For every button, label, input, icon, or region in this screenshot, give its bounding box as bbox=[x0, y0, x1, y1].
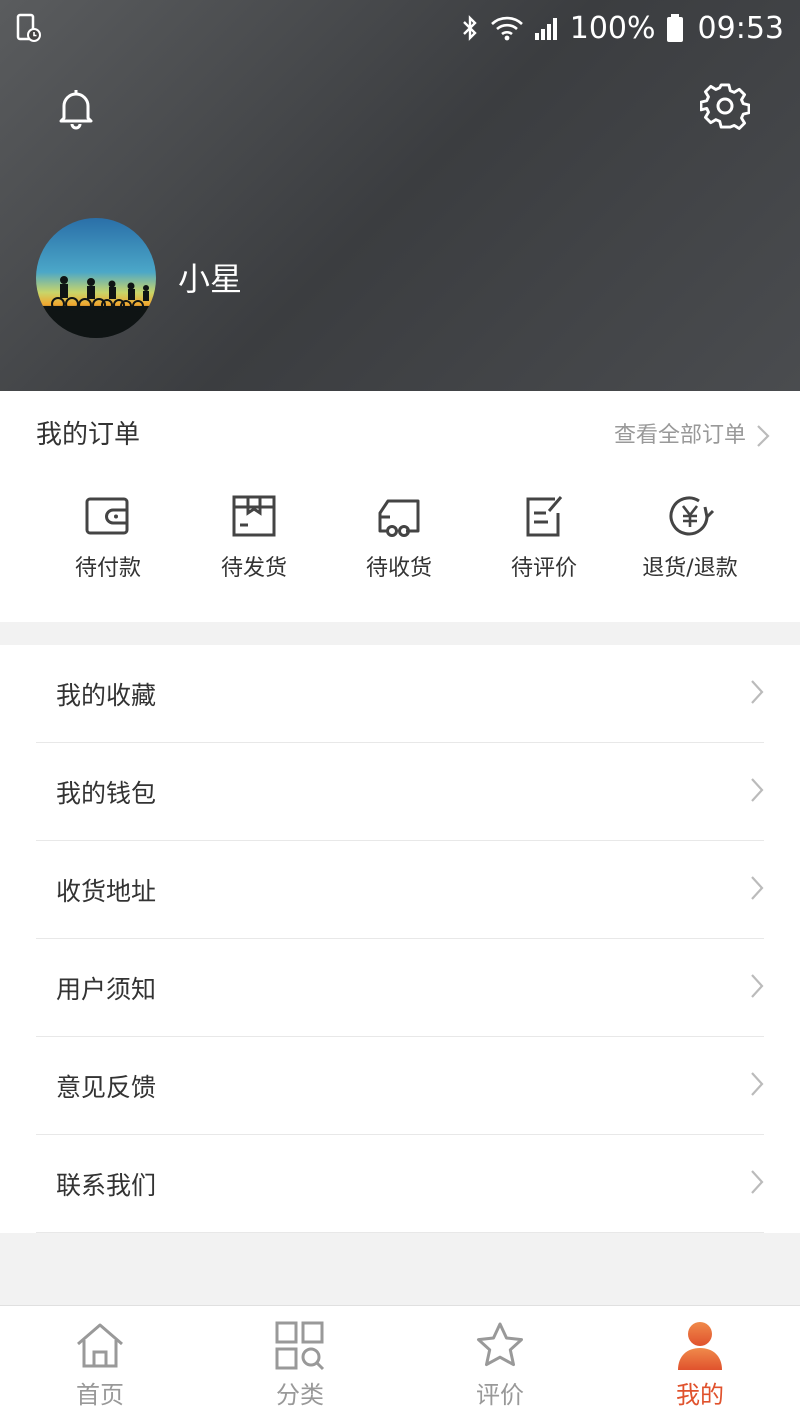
wallet-icon bbox=[85, 497, 129, 535]
battery-icon bbox=[666, 14, 683, 42]
menu-item-user-notice[interactable]: 用户须知 bbox=[36, 939, 764, 1037]
clock: 09:53 bbox=[697, 10, 784, 46]
category-icon bbox=[275, 1321, 325, 1371]
chevron-right-icon bbox=[757, 425, 770, 447]
profile-header: 100% 09:53 小星 bbox=[0, 0, 800, 391]
menu-item-address[interactable]: 收货地址 bbox=[36, 841, 764, 939]
chevron-right-icon bbox=[751, 680, 764, 704]
settings-button[interactable] bbox=[699, 82, 751, 132]
chevron-right-icon bbox=[751, 876, 764, 900]
menu-item-favorites[interactable]: 我的收藏 bbox=[36, 645, 764, 743]
tab-mine[interactable]: 我的 bbox=[600, 1306, 800, 1422]
tab-home[interactable]: 首页 bbox=[0, 1306, 200, 1422]
menu-item-feedback[interactable]: 意见反馈 bbox=[36, 1037, 764, 1135]
edit-note-icon bbox=[526, 496, 563, 537]
avatar[interactable] bbox=[36, 218, 156, 338]
tab-label: 评价 bbox=[476, 1381, 524, 1409]
notifications-button[interactable] bbox=[52, 84, 100, 132]
view-all-orders-label: 查看全部订单 bbox=[613, 423, 746, 448]
tab-label: 分类 bbox=[276, 1381, 324, 1409]
orders-title: 我的订单 bbox=[36, 420, 141, 450]
order-item-label: 待发货 bbox=[220, 556, 287, 581]
signal-icon bbox=[534, 18, 557, 40]
order-pending-review[interactable]: 待评价 bbox=[471, 491, 617, 601]
bottom-tab-bar: 首页 分类 评价 我的 bbox=[0, 1305, 800, 1422]
chevron-right-icon bbox=[751, 974, 764, 998]
tab-category[interactable]: 分类 bbox=[200, 1306, 400, 1422]
order-item-label: 待收货 bbox=[365, 556, 432, 581]
home-icon bbox=[77, 1323, 123, 1368]
bluetooth-icon bbox=[462, 15, 477, 41]
gear-icon bbox=[699, 83, 751, 130]
chevron-right-icon bbox=[751, 1072, 764, 1096]
order-pending-receipt[interactable]: 待收货 bbox=[326, 491, 472, 601]
order-item-label: 退货/退款 bbox=[642, 556, 738, 581]
wifi-icon bbox=[490, 16, 523, 41]
tab-label: 我的 bbox=[676, 1381, 724, 1409]
box-icon bbox=[232, 495, 276, 537]
tab-label: 首页 bbox=[76, 1381, 124, 1409]
order-item-label: 待评价 bbox=[510, 556, 577, 581]
menu-item-label: 意见反馈 bbox=[56, 1072, 157, 1102]
tab-reviews[interactable]: 评价 bbox=[400, 1306, 600, 1422]
status-bar: 100% 09:53 bbox=[0, 0, 800, 56]
order-pending-shipment[interactable]: 待发货 bbox=[181, 491, 327, 601]
orders-section: 我的订单 查看全部订单 待付款 待发货 待收货 待评价 退货/退款 bbox=[0, 391, 800, 622]
menu-item-label: 用户须知 bbox=[56, 974, 157, 1004]
chevron-right-icon bbox=[751, 1170, 764, 1194]
menu-item-label: 收货地址 bbox=[56, 876, 157, 906]
order-pending-payment[interactable]: 待付款 bbox=[35, 491, 181, 601]
truck-icon bbox=[378, 499, 420, 537]
star-icon bbox=[477, 1322, 523, 1367]
bell-icon bbox=[59, 90, 93, 130]
battery-percent: 100% bbox=[569, 10, 656, 46]
menu-item-label: 我的收藏 bbox=[56, 680, 157, 710]
menu-list: 我的收藏 我的钱包 收货地址 用户须知 意见反馈 联系我们 bbox=[0, 645, 800, 1233]
order-item-label: 待付款 bbox=[74, 556, 141, 581]
user-icon bbox=[678, 1322, 722, 1370]
menu-item-label: 联系我们 bbox=[56, 1170, 157, 1200]
avatar-image bbox=[36, 218, 156, 338]
username[interactable]: 小星 bbox=[178, 259, 242, 299]
menu-item-contact[interactable]: 联系我们 bbox=[36, 1135, 764, 1233]
refund-yen-icon bbox=[669, 496, 715, 536]
order-status-row: 待付款 待发货 待收货 待评价 退货/退款 bbox=[0, 491, 800, 601]
menu-item-label: 我的钱包 bbox=[56, 778, 157, 808]
chevron-right-icon bbox=[751, 778, 764, 802]
screenshot-notification-icon bbox=[16, 13, 41, 42]
view-all-orders-link[interactable]: 查看全部订单 bbox=[614, 419, 770, 453]
order-refund[interactable]: 退货/退款 bbox=[617, 491, 763, 601]
menu-item-wallet[interactable]: 我的钱包 bbox=[36, 743, 764, 841]
